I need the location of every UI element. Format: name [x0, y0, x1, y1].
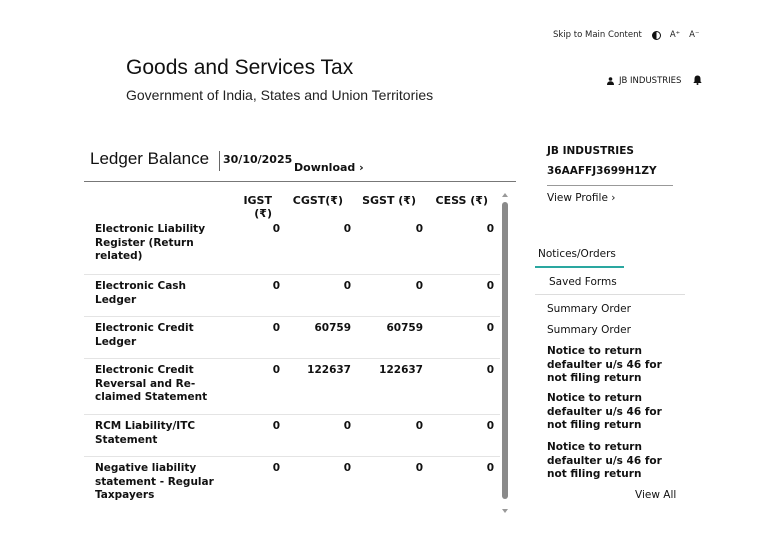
table-cell-cess: 0 — [486, 420, 494, 432]
table-row-label[interactable]: Electronic Liability Register (Return re… — [95, 223, 215, 264]
table-cell-cess: 0 — [486, 462, 494, 474]
table-cell-cess: 0 — [486, 322, 494, 334]
notice-item[interactable]: Notice to return defaulter u/s 46 for no… — [547, 392, 677, 433]
table-cell-cess: 0 — [486, 280, 494, 292]
table-cell-cgst: 60759 — [314, 322, 351, 334]
font-decrease-button[interactable]: A⁻ — [689, 30, 699, 40]
user-menu[interactable]: JB INDUSTRIES — [607, 76, 681, 86]
profile-divider — [547, 185, 673, 186]
tab-notices-orders[interactable]: Notices/Orders — [538, 248, 616, 260]
table-cell-igst: 0 — [272, 364, 280, 376]
user-name: JB INDUSTRIES — [619, 76, 682, 86]
page-title: Goods and Services Tax — [126, 56, 354, 79]
active-tab-indicator — [535, 266, 624, 268]
table-cell-sgst: 60759 — [386, 322, 423, 334]
table-cell-cgst: 0 — [343, 462, 351, 474]
user-icon — [607, 77, 614, 85]
row-divider — [84, 358, 500, 359]
table-cell-cgst: 0 — [343, 280, 351, 292]
table-cell-sgst: 0 — [415, 420, 423, 432]
row-divider — [84, 456, 500, 457]
notice-item[interactable]: Summary Order — [547, 303, 677, 317]
table-cell-cess: 0 — [486, 223, 494, 235]
table-cell-cgst: 122637 — [307, 364, 351, 376]
table-cell-sgst: 122637 — [379, 364, 423, 376]
table-cell-igst: 0 — [272, 322, 280, 334]
table-row-label[interactable]: RCM Liability/ITC Statement — [95, 420, 215, 447]
scrollbar-thumb[interactable] — [502, 202, 508, 499]
table-row-label[interactable]: Electronic Credit Ledger — [95, 322, 215, 349]
page-subtitle: Government of India, States and Union Te… — [126, 87, 434, 103]
table-cell-cgst: 0 — [343, 420, 351, 432]
row-divider — [84, 316, 500, 317]
table-cell-igst: 0 — [272, 223, 280, 235]
table-row-label[interactable]: Electronic Cash Ledger — [95, 280, 215, 307]
ledger-balance-title: Ledger Balance — [90, 149, 210, 168]
column-header-igst: IGST (₹) — [243, 194, 272, 220]
row-divider — [84, 274, 500, 275]
font-increase-button[interactable]: A⁺ — [670, 30, 680, 40]
table-cell-igst: 0 — [272, 280, 280, 292]
bell-icon[interactable] — [693, 75, 702, 85]
notice-item[interactable]: Summary Order — [547, 324, 677, 338]
table-cell-cgst: 0 — [343, 223, 351, 235]
contrast-icon[interactable] — [651, 30, 661, 40]
tab-saved-forms[interactable]: Saved Forms — [549, 276, 617, 288]
column-header-cgst: CGST(₹) — [292, 194, 343, 207]
column-header-cess: CESS (₹) — [435, 194, 488, 207]
table-cell-sgst: 0 — [415, 462, 423, 474]
row-divider — [84, 414, 500, 415]
profile-name: JB INDUSTRIES — [547, 145, 634, 157]
view-profile-link[interactable]: View Profile › — [547, 192, 615, 204]
table-row-label[interactable]: Negative liability statement - Regular T… — [95, 462, 215, 503]
table-cell-sgst: 0 — [415, 280, 423, 292]
ledger-header-divider — [84, 181, 516, 182]
ledger-date: 30/10/2025 — [223, 153, 293, 166]
download-link[interactable]: Download › — [294, 161, 364, 174]
table-cell-igst: 0 — [272, 462, 280, 474]
table-cell-igst: 0 — [272, 420, 280, 432]
column-header-sgst: SGST (₹) — [362, 194, 416, 207]
ledger-title-divider — [219, 151, 220, 171]
tabs-divider — [535, 294, 685, 295]
table-cell-sgst: 0 — [415, 223, 423, 235]
table-cell-cess: 0 — [486, 364, 494, 376]
view-all-link[interactable]: View All — [635, 489, 676, 501]
utility-bar: Skip to Main Content A⁺ A⁻ — [553, 30, 699, 40]
table-row-label[interactable]: Electronic Credit Reversal and Re-claime… — [95, 364, 215, 405]
profile-gstin: 36AAFFJ3699H1ZY — [547, 165, 657, 177]
notice-item[interactable]: Notice to return defaulter u/s 46 for no… — [547, 441, 677, 482]
scroll-down-arrow-icon[interactable] — [502, 509, 508, 513]
scroll-up-arrow-icon[interactable] — [502, 193, 508, 197]
skip-to-main-link[interactable]: Skip to Main Content — [553, 30, 642, 40]
notice-item[interactable]: Notice to return defaulter u/s 46 for no… — [547, 345, 677, 386]
